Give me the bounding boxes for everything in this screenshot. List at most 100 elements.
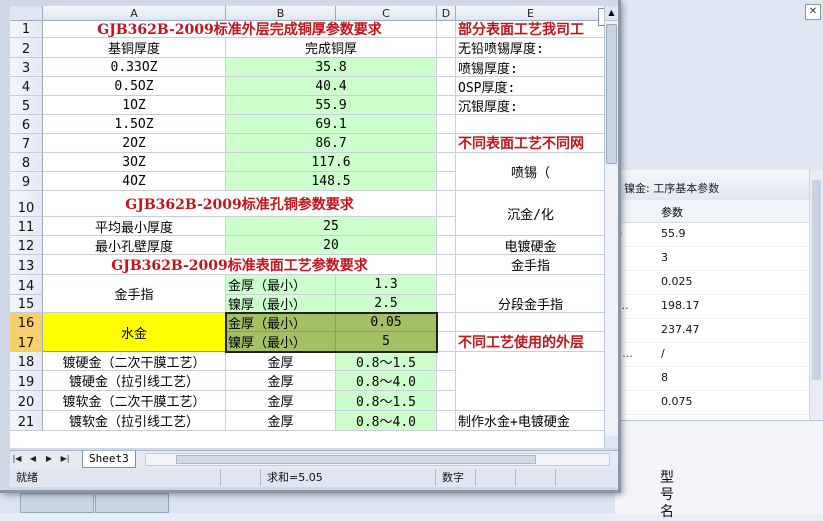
cell-a3[interactable]: 0.33OZ [43, 58, 226, 77]
cell-b19[interactable]: 金厚 [226, 371, 336, 391]
cell-a10[interactable]: GJB362B-2009标准孔铜参数要求 [43, 191, 437, 217]
cell-b4[interactable]: 40.4 [226, 77, 437, 96]
row-header[interactable]: 2 [10, 38, 43, 58]
cell-a7[interactable]: 2OZ [43, 134, 226, 153]
panel-row[interactable]: 0.025 [616, 270, 823, 295]
panel-row[interactable]: (... / [616, 342, 823, 367]
row-header[interactable]: 9 [10, 172, 43, 191]
cell-e18[interactable] [456, 352, 604, 411]
cell-c21[interactable]: 0.8～4.0 [336, 411, 437, 431]
cell-c19[interactable]: 0.8～4.0 [336, 371, 437, 391]
cell-e7[interactable]: 不同表面工艺不同网 [456, 134, 604, 153]
cell-d10[interactable] [437, 191, 456, 217]
horizontal-scroll-thumb[interactable] [176, 455, 536, 464]
cell-e6[interactable] [456, 115, 604, 134]
row-header[interactable]: 19 [10, 371, 43, 391]
cell-b20[interactable]: 金厚 [226, 391, 336, 411]
panel-row[interactable]: 3 [616, 246, 823, 271]
row-header[interactable]: 6 [10, 115, 43, 134]
cell-a21[interactable]: 镀软金（拉引线工艺） [43, 411, 226, 431]
cell-d13[interactable] [437, 255, 456, 275]
row-header[interactable]: 16 [10, 313, 43, 332]
panel-row[interactable]: )55.9 [616, 222, 823, 247]
row-header[interactable]: 20 [10, 391, 43, 411]
cell-b21[interactable]: 金厚 [226, 411, 336, 431]
cell-c17[interactable]: 5 [336, 332, 437, 352]
cell-e15[interactable]: 分段金手指 [456, 295, 604, 313]
row-header[interactable]: 12 [10, 236, 43, 255]
cell-e17[interactable]: 不同工艺使用的外层 [456, 332, 604, 352]
cell-d19[interactable] [437, 371, 456, 391]
background-button[interactable] [20, 493, 94, 513]
cell-d7[interactable] [437, 134, 456, 153]
prev-sheet-icon[interactable]: ◀ [28, 453, 38, 465]
cell-d4[interactable] [437, 77, 456, 96]
row-header[interactable]: 7 [10, 134, 43, 153]
cell-a5[interactable]: 1OZ [43, 96, 226, 115]
cell-e21[interactable]: 制作水金+电镀硬金 [456, 411, 604, 431]
cell-e10[interactable]: 沉金/化 [456, 191, 604, 236]
row-header[interactable]: 10 [10, 191, 43, 217]
panel-row[interactable]: 0.075 [616, 390, 823, 415]
cell-b7[interactable]: 86.7 [226, 134, 437, 153]
cell-b2[interactable]: 完成铜厚 [226, 38, 437, 58]
cell-a9[interactable]: 4OZ [43, 172, 226, 191]
row-header[interactable]: 14 [10, 275, 43, 295]
cell-b18[interactable]: 金厚 [226, 352, 336, 371]
last-sheet-icon[interactable]: ▶| [60, 453, 70, 465]
cell-b15[interactable]: 镍厚（最小） [226, 295, 336, 313]
cell-a14[interactable]: 金手指 [43, 275, 226, 313]
cell-d1[interactable] [437, 21, 456, 38]
row-header[interactable]: 15 [10, 295, 43, 313]
cell-d3[interactable] [437, 58, 456, 77]
cell-b11[interactable]: 25 [226, 217, 437, 236]
cell-e3[interactable]: 喷锡厚度: [456, 58, 604, 77]
cell-b9[interactable]: 148.5 [226, 172, 437, 191]
cell-b8[interactable]: 117.6 [226, 153, 437, 172]
column-header-c[interactable]: C [336, 6, 437, 21]
column-header-e[interactable]: E [456, 6, 604, 21]
panel-scrollbar[interactable] [809, 170, 823, 420]
cell-a11[interactable]: 平均最小厚度 [43, 217, 226, 236]
background-button[interactable] [95, 493, 169, 513]
column-header-b[interactable]: B [226, 6, 336, 21]
cell-d9[interactable] [437, 172, 456, 191]
cell-a8[interactable]: 3OZ [43, 153, 226, 172]
row-header[interactable]: 4 [10, 77, 43, 96]
select-all-corner[interactable] [10, 6, 43, 21]
cell-e12[interactable]: 电镀硬金 [456, 236, 604, 255]
cell-b3[interactable]: 35.8 [226, 58, 437, 77]
cell-d15[interactable] [437, 295, 456, 313]
cell-a2[interactable]: 基铜厚度 [43, 38, 226, 58]
cell-e8[interactable]: 喷锡（ [456, 153, 604, 191]
cell-b12[interactable]: 20 [226, 236, 437, 255]
cell-c15[interactable]: 2.5 [336, 295, 437, 313]
cell-a1[interactable]: GJB362B-2009标准外层完成铜厚参数要求 [43, 21, 437, 38]
cell-a6[interactable]: 1.5OZ [43, 115, 226, 134]
cell-d16[interactable] [437, 313, 456, 332]
cell-b6[interactable]: 69.1 [226, 115, 437, 134]
cell-a16[interactable]: 水金 [43, 313, 226, 352]
column-header-d[interactable]: D [437, 6, 456, 21]
vertical-scroll-thumb[interactable] [606, 24, 617, 164]
cell-e13[interactable]: 金手指 [456, 255, 604, 275]
horizontal-scrollbar[interactable] [145, 453, 610, 466]
cell-d6[interactable] [437, 115, 456, 134]
row-header[interactable]: 5 [10, 96, 43, 115]
cell-a18[interactable]: 镀硬金（二次干膜工艺） [43, 352, 226, 371]
panel-row[interactable]: 8 [616, 366, 823, 391]
cell-c14[interactable]: 1.3 [336, 275, 437, 295]
background-close-icon[interactable]: ✕ [805, 4, 821, 20]
cell-e1[interactable]: 部分表面工艺我司工 [456, 21, 604, 38]
cell-c16[interactable]: 0.05 [336, 313, 437, 332]
cell-c18[interactable]: 0.8～1.5 [336, 352, 437, 371]
cell-e4[interactable]: OSP厚度: [456, 77, 604, 96]
row-header[interactable]: 13 [10, 255, 43, 275]
cell-b5[interactable]: 55.9 [226, 96, 437, 115]
cell-d11[interactable] [437, 217, 456, 236]
cell-a19[interactable]: 镀硬金（拉引线工艺） [43, 371, 226, 391]
cell-e5[interactable]: 沉银厚度: [456, 96, 604, 115]
cell-c20[interactable]: 0.8～1.5 [336, 391, 437, 411]
row-header[interactable]: 17 [10, 332, 43, 352]
cell-d8[interactable] [437, 153, 456, 172]
